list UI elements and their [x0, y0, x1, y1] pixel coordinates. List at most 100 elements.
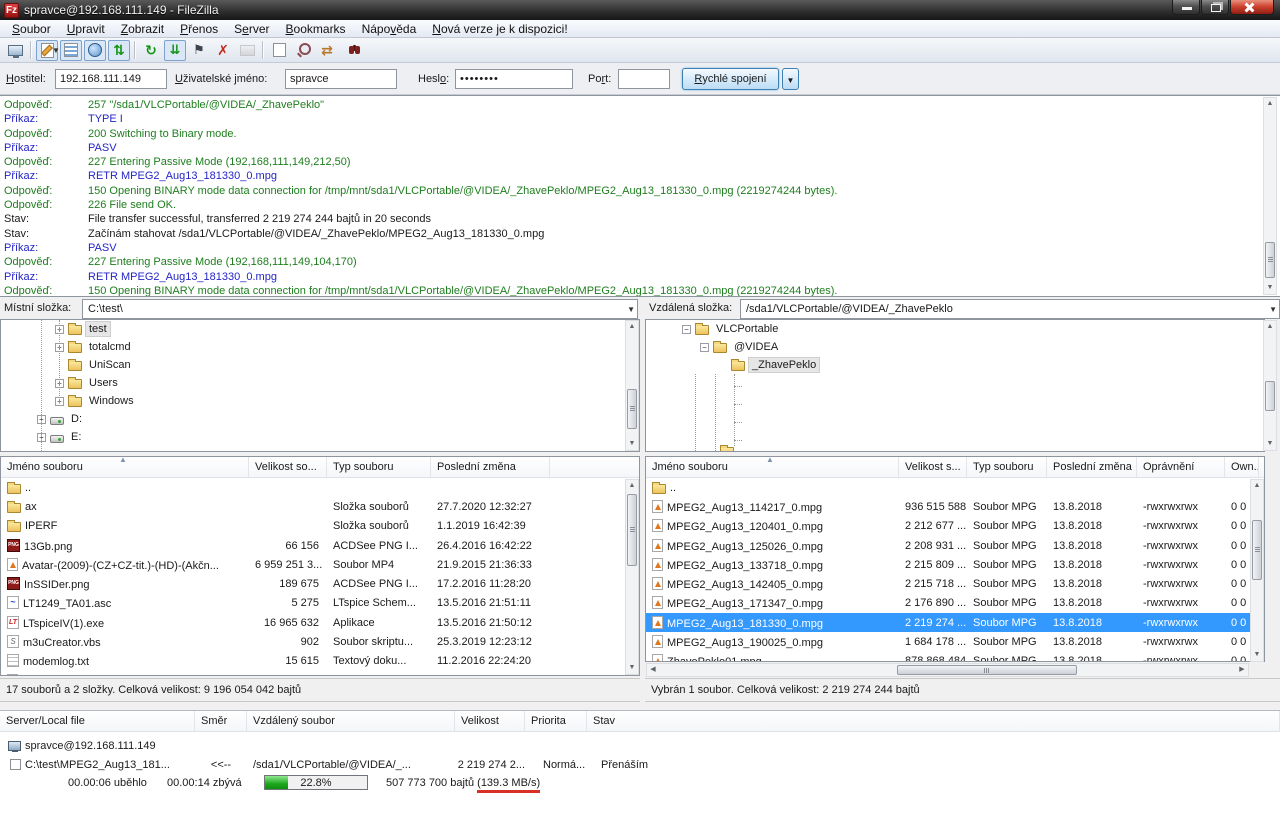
menu-item[interactable]: Upravit	[59, 21, 113, 37]
tree-item[interactable]: Users	[1, 374, 639, 392]
column-header[interactable]: Stav	[587, 711, 1280, 731]
column-header[interactable]: Směr	[195, 711, 247, 731]
column-header[interactable]: Typ souboru	[967, 457, 1047, 477]
tree-item[interactable]: _ZhavePeklo	[646, 356, 1264, 374]
tree-item[interactable]: Windows	[1, 392, 639, 410]
scroll-thumb[interactable]	[897, 665, 1077, 675]
file-row[interactable]: 13Gb.png 66 156 ACDSee PNG I... 26.4.201…	[1, 536, 639, 555]
toolbar-button[interactable]	[236, 40, 258, 61]
remote-tree-scrollbar[interactable]: ▲ ▼	[1263, 320, 1277, 451]
scroll-up-icon[interactable]: ▲	[626, 321, 638, 333]
local-list-scrollbar[interactable]: ▲ ▼	[625, 479, 639, 675]
toolbar-button[interactable]	[340, 40, 362, 61]
tree-item[interactable]: UniScan	[1, 356, 639, 374]
menu-item[interactable]: Bookmarks	[278, 21, 354, 37]
host-input[interactable]: 192.168.111.149	[55, 69, 167, 89]
file-row[interactable]: MPEG2_Aug13_190025_0.mpg 1 684 178 ... S…	[646, 632, 1264, 651]
file-row[interactable]: Avatar-(2009)-(CZ+CZ-tit.)-(HD)-(Akčn...…	[1, 555, 639, 574]
menu-item[interactable]: Server	[226, 21, 277, 37]
tree-item[interactable]: totalcmd	[1, 338, 639, 356]
queue-server-row[interactable]: spravce@192.168.111.149	[0, 736, 1280, 755]
queue-file-row[interactable]: C:\test\MPEG2_Aug13_181... <<-- /sda1/VL…	[0, 755, 1280, 774]
tree-item[interactable]: VLCPortable	[646, 320, 1264, 338]
password-input[interactable]: ••••••••	[455, 69, 573, 89]
file-row[interactable]: ..	[1, 478, 639, 497]
file-row[interactable]: MPEG2_Aug13_181330_0.mpg 2 219 274 2... …	[1, 671, 639, 676]
scroll-left-icon[interactable]: ◀	[647, 664, 659, 676]
scroll-right-icon[interactable]: ▶	[1236, 664, 1248, 676]
file-row[interactable]: MPEG2_Aug13_142405_0.mpg 2 215 718 ... S…	[646, 574, 1264, 593]
scroll-up-icon[interactable]: ▲	[626, 480, 638, 492]
toolbar-button[interactable]	[262, 41, 264, 59]
tree-expander-icon[interactable]	[682, 325, 691, 334]
scroll-up-icon[interactable]: ▲	[1264, 98, 1276, 110]
username-input[interactable]: spravce	[285, 69, 397, 89]
menu-item[interactable]: Zobrazit	[113, 21, 172, 37]
file-row[interactable]: LTspiceIV(1).exe 16 965 632 Aplikace 13.…	[1, 613, 639, 632]
combo-arrow-icon[interactable]: ▼	[1269, 305, 1277, 314]
file-row[interactable]: MPEG2_Aug13_171347_0.mpg 2 176 890 ... S…	[646, 594, 1264, 613]
scroll-thumb[interactable]	[1265, 381, 1275, 411]
menu-item[interactable]: Přenos	[172, 21, 226, 37]
toolbar-button[interactable]	[134, 41, 136, 59]
tree-expander-icon[interactable]	[700, 343, 709, 352]
scroll-thumb[interactable]	[1265, 242, 1275, 278]
tree-item[interactable]: @VIDEA	[646, 338, 1264, 356]
column-header[interactable]: Typ souboru	[327, 457, 431, 477]
column-header[interactable]: Server/Local file	[0, 711, 195, 731]
local-directory-combo[interactable]: C:\test\ ▼	[82, 299, 638, 319]
remote-list-hscrollbar[interactable]: ◀ ▶	[646, 663, 1249, 677]
file-row[interactable]: LT1249_TA01.asc 5 275 LTspice Schem... 1…	[1, 594, 639, 613]
toolbar-button[interactable]	[212, 40, 234, 61]
column-header[interactable]: Velikost	[455, 711, 525, 731]
toolbar-button[interactable]	[140, 40, 162, 61]
quickconnect-dropdown-button[interactable]: ▼	[782, 68, 799, 90]
toolbar-button[interactable]	[108, 40, 130, 61]
toolbar-button[interactable]	[60, 40, 82, 61]
scroll-up-icon[interactable]: ▲	[1264, 321, 1276, 333]
scroll-thumb[interactable]	[1252, 520, 1262, 580]
file-row[interactable]: IPERF Složka souborů 1.1.2019 16:42:39	[1, 517, 639, 536]
column-header[interactable]: Velikost so...	[249, 457, 327, 477]
toolbar-button[interactable]	[268, 40, 290, 61]
tree-item[interactable]: E:	[1, 428, 639, 446]
queue-item-checkbox[interactable]	[10, 759, 21, 770]
scroll-down-icon[interactable]: ▼	[626, 662, 638, 674]
file-row[interactable]: InSSIDer.png 189 675 ACDSee PNG I... 17.…	[1, 574, 639, 593]
file-row[interactable]: ax Složka souborů 27.7.2020 12:32:27	[1, 497, 639, 516]
file-row[interactable]: ZhavePeklo01.mpg 878 868 484 Soubor MPG …	[646, 652, 1264, 662]
file-row[interactable]: MPEG2_Aug13_114217_0.mpg 936 515 588 Sou…	[646, 497, 1264, 516]
scroll-down-icon[interactable]: ▼	[626, 438, 638, 450]
toolbar-button[interactable]	[188, 40, 210, 61]
scroll-down-icon[interactable]: ▼	[1264, 282, 1276, 294]
site-manager-dropdown-icon[interactable]: ▼	[50, 40, 62, 61]
menu-item[interactable]: Nová verze je k dispozici!	[424, 21, 575, 37]
remote-directory-combo[interactable]: /sda1/VLCPortable/@VIDEA/_ZhavePeklo ▼	[740, 299, 1280, 319]
toolbar-button[interactable]	[316, 40, 338, 61]
menu-item[interactable]: Nápověda	[354, 21, 425, 37]
menu-item[interactable]: Soubor	[4, 21, 59, 37]
column-header[interactable]: Oprávnění	[1137, 457, 1225, 477]
toolbar-button[interactable]	[30, 41, 32, 59]
toolbar-button[interactable]	[164, 40, 186, 61]
file-row[interactable]: MPEG2_Aug13_133718_0.mpg 2 215 809 ... S…	[646, 555, 1264, 574]
toolbar-button[interactable]	[84, 40, 106, 61]
scroll-thumb[interactable]	[627, 494, 637, 566]
minimize-button[interactable]	[1172, 0, 1200, 15]
port-input[interactable]	[618, 69, 670, 89]
scroll-up-icon[interactable]: ▲	[1251, 480, 1263, 492]
column-header[interactable]: Priorita	[525, 711, 587, 731]
quickconnect-button[interactable]: Rychlé spojení	[682, 68, 779, 90]
tree-item[interactable]: D:	[1, 410, 639, 428]
remote-list-scrollbar[interactable]: ▲ ▼	[1250, 479, 1264, 662]
maximize-button[interactable]	[1201, 0, 1229, 15]
column-header[interactable]: Poslední změna	[1047, 457, 1137, 477]
scroll-down-icon[interactable]: ▼	[1264, 438, 1276, 450]
file-row[interactable]: MPEG2_Aug13_120401_0.mpg 2 212 677 ... S…	[646, 517, 1264, 536]
local-tree-scrollbar[interactable]: ▲ ▼	[625, 320, 639, 451]
file-row[interactable]: ..	[646, 478, 1264, 497]
toolbar-button[interactable]	[4, 40, 26, 61]
column-header[interactable]: Own...	[1225, 457, 1259, 477]
filezilla-logo-icon[interactable]: Fz	[4, 3, 19, 18]
tree-item[interactable]: test	[1, 320, 639, 338]
